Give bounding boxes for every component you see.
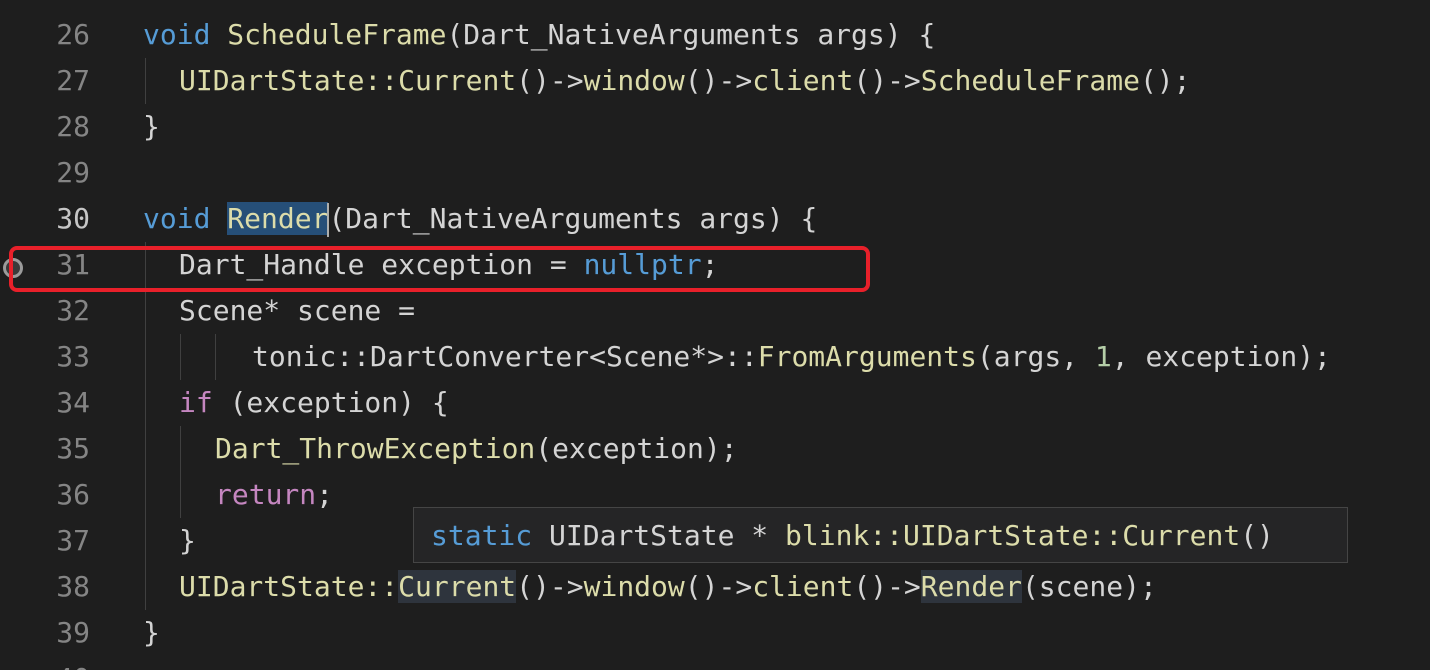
code-line[interactable]: 40 (0, 656, 1430, 670)
code-text: Scene* scene = (179, 294, 416, 327)
line-number: 39 (56, 616, 90, 649)
code-line[interactable]: 38 UIDartState::Current()->window()->cli… (0, 564, 1430, 610)
indent-guide (145, 564, 146, 610)
code-text: } (179, 524, 196, 557)
line-number: 37 (56, 524, 90, 557)
indent-guide (180, 472, 181, 518)
code-text: void ScheduleFrame(Dart_NativeArguments … (143, 18, 936, 51)
line-number: 38 (56, 570, 90, 603)
indent-guide (145, 518, 146, 564)
code-text: return; (215, 478, 334, 511)
line-number: 36 (56, 478, 90, 511)
code-line[interactable]: 27 UIDartState::Current()->window()->cli… (0, 58, 1430, 104)
line-number: 30 (56, 202, 90, 235)
line-number: 40 (0, 656, 90, 670)
indent-guide (145, 288, 146, 334)
indent-guide (215, 334, 216, 380)
code-text: if (exception) { (179, 386, 449, 419)
line-number: 26 (56, 18, 90, 51)
code-line[interactable]: 29 (0, 150, 1430, 196)
hovered-symbol: Current (398, 570, 517, 603)
hover-tooltip: static UIDartState * blink::UIDartState:… (413, 507, 1348, 563)
indent-guide (145, 380, 146, 426)
line-number: 35 (56, 432, 90, 465)
code-text: tonic::DartConverter<Scene*>::FromArgume… (252, 340, 1331, 373)
selected-symbol: Render (227, 202, 329, 235)
symbol-occurrence: Render (920, 570, 1022, 603)
indent-guide (145, 58, 146, 104)
line-number: 32 (56, 294, 90, 327)
line-number: 34 (56, 386, 90, 419)
code-text: void Render(Dart_NativeArguments args) { (143, 202, 818, 237)
line-number: 29 (56, 156, 90, 189)
code-line-current[interactable]: 30 void Render(Dart_NativeArguments args… (0, 196, 1430, 242)
code-editor[interactable]: 26 void ScheduleFrame(Dart_NativeArgumen… (0, 0, 1430, 670)
code-line[interactable]: 39 } (0, 610, 1430, 656)
code-text: } (143, 110, 160, 143)
code-line[interactable]: 34 if (exception) { (0, 380, 1430, 426)
code-line[interactable]: 32 Scene* scene = (0, 288, 1430, 334)
code-line[interactable]: 33 tonic::DartConverter<Scene*>::FromArg… (0, 334, 1430, 380)
code-text: UIDartState::Current()->window()->client… (179, 64, 1191, 97)
code-text: Dart_ThrowException(exception); (215, 432, 738, 465)
line-number: 33 (56, 340, 90, 373)
indent-guide (145, 334, 146, 380)
line-number: 27 (56, 64, 90, 97)
annotation-highlight-box (9, 246, 870, 292)
code-line[interactable]: 28 } (0, 104, 1430, 150)
code-text: UIDartState::Current()->window()->client… (179, 570, 1157, 603)
line-number: 28 (56, 110, 90, 143)
code-text: } (143, 616, 160, 649)
indent-guide (180, 334, 181, 380)
code-line[interactable]: 26 void ScheduleFrame(Dart_NativeArgumen… (0, 12, 1430, 58)
code-line[interactable]: 35 Dart_ThrowException(exception); (0, 426, 1430, 472)
indent-guide (145, 426, 146, 472)
indent-guide (180, 426, 181, 472)
indent-guide (145, 472, 146, 518)
